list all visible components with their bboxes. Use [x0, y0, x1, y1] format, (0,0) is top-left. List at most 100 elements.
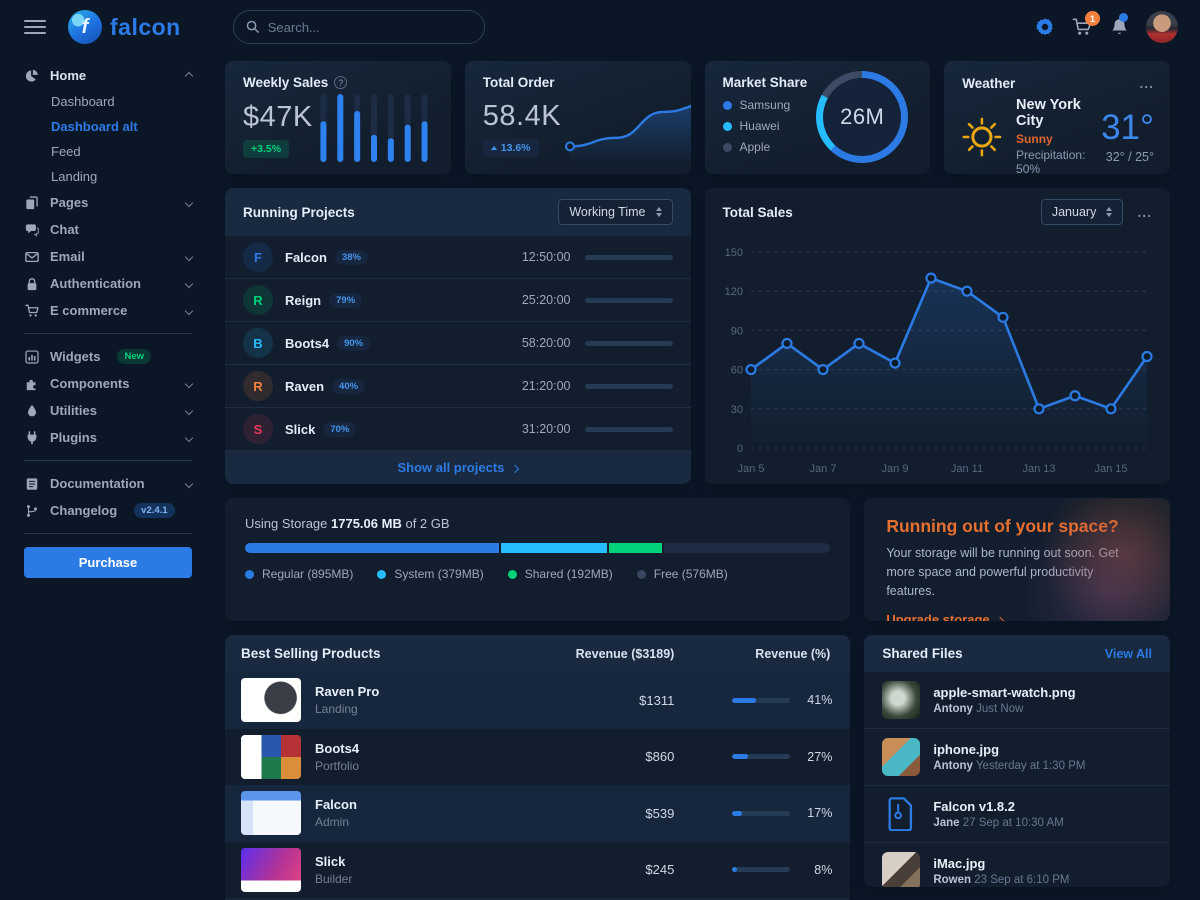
storage-segment-system-379mb- — [501, 543, 609, 553]
total-order-badge: 13.6% — [483, 139, 539, 157]
project-name[interactable]: Slick — [285, 422, 315, 437]
show-all-projects[interactable]: Show all projects — [225, 451, 691, 484]
market-share-center-value: 26M — [840, 104, 884, 130]
project-time: 58:20:00 — [522, 336, 571, 350]
project-avatar: B — [243, 328, 273, 358]
notifications-bell-icon[interactable] — [1110, 17, 1129, 37]
weather-temperature: 31° — [1101, 110, 1154, 145]
documentation-icon — [24, 477, 40, 491]
total-sales-menu[interactable]: ... — [1137, 204, 1152, 220]
sidebar-item-home[interactable]: Home — [24, 62, 192, 89]
product-name[interactable]: Boots4 — [315, 741, 359, 756]
market-share-donut-chart: 26M — [816, 71, 908, 163]
sidebar-item-components[interactable]: Components — [24, 370, 192, 397]
top-navbar: falcon 1 — [0, 0, 1200, 54]
project-percent-badge: 40% — [332, 379, 365, 394]
cart-icon[interactable]: 1 — [1072, 17, 1093, 37]
file-meta: Antony Just Now — [933, 703, 1075, 715]
sidebar-item-chat[interactable]: Chat — [24, 216, 192, 243]
market-share-legend: Samsung Huawei Apple — [723, 98, 791, 154]
file-meta: Antony Yesterday at 1:30 PM — [933, 760, 1085, 772]
file-name[interactable]: iMac.jpg — [933, 856, 1069, 871]
svg-text:0: 0 — [736, 443, 742, 455]
project-name[interactable]: Reign — [285, 293, 321, 308]
settings-gear-icon[interactable] — [1035, 17, 1055, 37]
sidebar-item-widgets[interactable]: WidgetsNew — [24, 343, 192, 370]
main-content: Weekly Sales ? $47K +3.5% Total Order 58… — [216, 54, 1200, 900]
product-name[interactable]: Raven Pro — [315, 684, 379, 699]
sidebar-nav: HomeDashboardDashboard altFeedLandingPag… — [24, 62, 192, 534]
product-category[interactable]: Admin — [315, 815, 357, 829]
file-name[interactable]: Falcon v1.8.2 — [933, 799, 1063, 814]
total-order-value: 58.4K — [483, 100, 561, 133]
working-time-select[interactable]: Working Time — [558, 199, 672, 225]
running-projects-list: F Falcon 38% 12:50:00 R Reign 79% 25:20:… — [225, 236, 691, 451]
components-icon — [24, 377, 40, 391]
product-revenue: $245 — [550, 862, 700, 877]
chevron-down-icon — [185, 433, 193, 441]
project-name[interactable]: Raven — [285, 379, 324, 394]
project-name[interactable]: Falcon — [285, 250, 327, 265]
sidebar-item-feed[interactable]: Feed — [24, 139, 192, 164]
upgrade-space-card: Running out of your space? Your storage … — [864, 498, 1170, 621]
project-percent-badge: 70% — [323, 422, 356, 437]
sidebar-item-e-commerce[interactable]: E commerce — [24, 297, 192, 324]
product-thumbnail — [241, 735, 301, 779]
product-row-raven-pro: Raven Pro Landing $1311 41% — [225, 672, 850, 729]
chevron-down-icon — [185, 479, 193, 487]
sidebar-item-pages[interactable]: Pages — [24, 189, 192, 216]
weather-menu[interactable]: ... — [1139, 75, 1154, 91]
widgets-icon — [24, 350, 40, 364]
total-order-card: Total Order 58.4K 13.6% — [465, 61, 691, 174]
svg-text:Jan 7: Jan 7 — [809, 463, 836, 475]
shared-file-falcon-v1-8-2: Falcon v1.8.2 Jane 27 Sep at 10:30 AM — [864, 786, 1170, 843]
file-name[interactable]: iphone.jpg — [933, 742, 1085, 757]
file-name[interactable]: apple-smart-watch.png — [933, 685, 1075, 700]
svg-text:30: 30 — [730, 404, 742, 416]
product-category[interactable]: Landing — [315, 702, 379, 716]
storage-legend: Regular (895MB) System (379MB) Shared (1… — [245, 567, 830, 581]
sidebar-item-plugins[interactable]: Plugins — [24, 424, 192, 451]
project-avatar: R — [243, 285, 273, 315]
sidebar-item-dashboard[interactable]: Dashboard — [24, 89, 192, 114]
falcon-logo[interactable]: falcon — [68, 10, 181, 44]
purchase-button[interactable]: Purchase — [24, 547, 192, 578]
project-progress-bar — [585, 427, 673, 432]
product-category[interactable]: Builder — [315, 872, 352, 886]
hamburger-menu-icon[interactable] — [24, 20, 46, 34]
product-row-falcon: Falcon Admin $539 17% — [225, 785, 850, 842]
sidebar-item-landing[interactable]: Landing — [24, 164, 192, 189]
sidebar-item-utilities[interactable]: Utilities — [24, 397, 192, 424]
upgrade-storage-link[interactable]: Upgrade storage — [886, 612, 1003, 621]
sort-arrows-icon — [656, 207, 662, 217]
svg-text:Jan 13: Jan 13 — [1022, 463, 1055, 475]
total-order-title: Total Order — [483, 75, 555, 90]
weather-range: 32° / 25° — [1101, 151, 1154, 164]
product-revenue: $1311 — [550, 693, 700, 708]
chevron-down-icon — [185, 406, 193, 414]
sort-arrows-icon — [1106, 207, 1112, 217]
sidebar-item-authentication[interactable]: Authentication — [24, 270, 192, 297]
product-name[interactable]: Slick — [315, 854, 352, 869]
project-row-raven: R Raven 40% 21:20:00 — [225, 365, 691, 408]
project-row-falcon: F Falcon 38% 12:50:00 — [225, 236, 691, 279]
notification-dot — [1119, 13, 1128, 22]
sun-icon — [960, 108, 1004, 166]
project-name[interactable]: Boots4 — [285, 336, 329, 351]
project-row-reign: R Reign 79% 25:20:00 — [225, 279, 691, 322]
product-name[interactable]: Falcon — [315, 797, 357, 812]
view-all-link[interactable]: View All — [1105, 647, 1152, 661]
sidebar-item-dashboard-alt[interactable]: Dashboard alt — [24, 114, 192, 139]
help-icon[interactable]: ? — [334, 76, 347, 89]
navbar-actions: 1 — [1035, 11, 1178, 43]
user-avatar[interactable] — [1146, 11, 1178, 43]
product-category[interactable]: Portfolio — [315, 759, 359, 773]
sidebar-item-email[interactable]: Email — [24, 243, 192, 270]
search-input[interactable] — [233, 10, 485, 44]
plugins-icon — [24, 431, 40, 445]
sidebar-item-documentation[interactable]: Documentation — [24, 470, 192, 497]
project-row-slick: S Slick 70% 31:20:00 — [225, 408, 691, 451]
month-select[interactable]: January — [1041, 199, 1123, 225]
sidebar-item-changelog[interactable]: Changelogv2.4.1 — [24, 497, 192, 524]
weather-precipitation: Precipitation: 50% — [1016, 148, 1089, 174]
